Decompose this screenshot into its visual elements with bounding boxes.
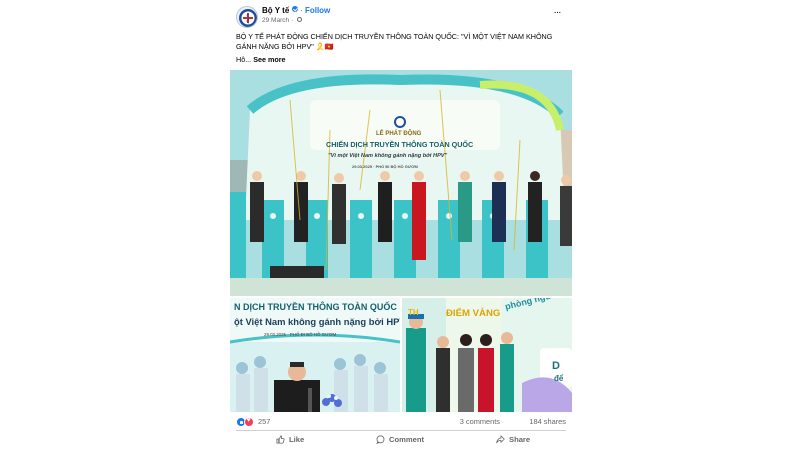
thumbs-up-icon [276, 434, 285, 444]
like-button[interactable]: Like [276, 432, 304, 448]
more-options-button[interactable]: ··· [550, 8, 564, 22]
main-photo-illustration [230, 70, 572, 296]
share-arrow-icon [496, 434, 505, 443]
ministry-emblem-icon [239, 9, 257, 27]
follow-button[interactable]: Follow [305, 6, 330, 15]
left-campaign-title: N DỊCH TRUYỀN THÔNG TOÀN QUỐC [234, 302, 397, 312]
comments-count[interactable]: 3 comments [460, 417, 500, 426]
reaction-count[interactable]: 257 [258, 417, 270, 426]
page-name[interactable]: Bộ Y tế [262, 6, 289, 15]
comment-label: Comment [389, 435, 425, 444]
truncated-text: Hô... [236, 55, 252, 64]
booth-text-4: D [552, 360, 560, 372]
comment-bubble-icon [376, 434, 385, 444]
booth-text-5: để [554, 374, 564, 383]
share-button[interactable]: Share [496, 432, 530, 448]
stage-date-line: 29.03.2025 · PHỐ ĐI BỘ HỒ GƯƠM [352, 164, 418, 169]
main-event-photo[interactable]: LỄ PHÁT ĐỘNG CHIẾN DỊCH TRUYỀN THÔNG TOÀ… [230, 70, 572, 296]
reaction-bar: 257 3 comments 184 shares [228, 414, 574, 430]
post-header: Bộ Y tế · Follow 29 March · ··· [228, 0, 574, 30]
post-date[interactable]: 29 March [262, 17, 289, 24]
booth-photo[interactable]: TH ĐIỂM VÀNG phòng ngừa HIỆU QUẢ NHẤT D … [402, 298, 572, 412]
left-slogan: ột Việt Nam không gánh nặng bởi HPV" [234, 316, 400, 327]
comment-button[interactable]: Comment [376, 432, 424, 448]
speaker-photo[interactable]: N DỊCH TRUYỀN THÔNG TOÀN QUỐC ột Việt Na… [230, 298, 400, 412]
action-bar: Like Comment Share [228, 432, 574, 448]
booth-text-2: ĐIỂM VÀNG [446, 308, 501, 319]
truncated-text-line: Hô... See more [236, 55, 286, 64]
stage-campaign-title: CHIẾN DỊCH TRUYỀN THÔNG TOÀN QUỐC [326, 140, 474, 149]
separator: · [291, 17, 294, 24]
shares-count[interactable]: 184 shares [529, 417, 566, 426]
love-reaction-icon[interactable] [244, 417, 254, 427]
like-label: Like [289, 435, 305, 444]
stage-slogan: "Vì một Việt Nam không gánh nặng bởi HPV… [328, 153, 448, 159]
facebook-post-card: Bộ Y tế · Follow 29 March · ··· BỘ Y TẾ PHÁ… [228, 0, 574, 450]
page-name-line: Bộ Y tế · Follow [262, 6, 330, 15]
share-label: Share [509, 435, 531, 444]
left-date-line: 29.03.2025 · PHỐ ĐI BỘ HỒ GƯƠM [264, 332, 337, 337]
page-avatar[interactable] [236, 6, 258, 28]
divider [236, 430, 566, 431]
stage-event-label: LỄ PHÁT ĐỘNG [376, 131, 422, 137]
verified-badge-icon [292, 6, 299, 12]
post-meta: 29 March · [262, 17, 303, 24]
separator: · [300, 6, 303, 15]
post-text: BỘ Y TẾ PHÁT ĐỘNG CHIẾN DỊCH TRUYỀN THÔN… [236, 32, 553, 51]
booth-text-1: TH [408, 308, 419, 317]
see-more-button[interactable]: See more [253, 55, 285, 64]
globe-icon [297, 17, 303, 22]
